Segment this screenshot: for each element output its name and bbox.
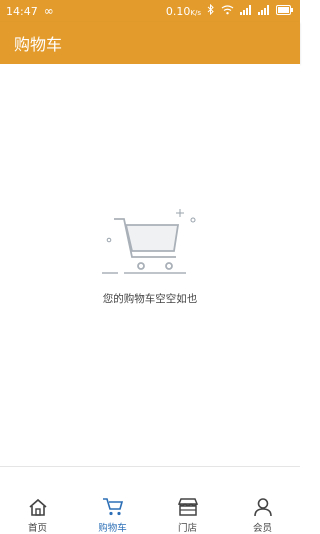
store-icon — [177, 498, 198, 516]
wifi-icon — [221, 4, 234, 18]
tab-home[interactable]: 首页 — [0, 467, 75, 534]
network-speed: 0.10K/s — [165, 4, 201, 18]
tab-cart-label: 购物车 — [98, 523, 127, 534]
page-title: 购物车 — [14, 35, 63, 54]
user-icon — [253, 498, 272, 517]
tab-member-label: 会员 — [252, 523, 272, 534]
tab-store-label: 门店 — [177, 523, 197, 534]
cart-icon — [102, 498, 123, 516]
signal-icon-2 — [258, 4, 270, 18]
signal-icon — [240, 4, 252, 18]
empty-cart-message: 您的购物车空空如也 — [102, 293, 198, 305]
bluetooth-icon — [207, 3, 215, 18]
empty-cart-illustration — [100, 205, 200, 285]
battery-icon — [276, 4, 294, 18]
tab-store[interactable]: 门店 — [150, 467, 225, 534]
status-left: 14:47 ∞ — [6, 4, 54, 18]
infinity-icon: ∞ — [43, 4, 54, 18]
tab-home-label: 首页 — [27, 523, 47, 534]
app-bar: 购物车 — [0, 22, 300, 64]
empty-cart-icon — [102, 209, 196, 274]
status-time: 14:47 — [6, 4, 38, 18]
tab-member[interactable]: 会员 — [225, 467, 300, 534]
status-bar: 14:47 ∞ 0.10K/s — [0, 0, 300, 22]
bottom-tab-bar: 首页 购物车 门店 会员 — [0, 466, 300, 534]
tab-cart[interactable]: 购物车 — [75, 467, 150, 534]
home-icon — [28, 498, 47, 516]
status-right: 0.10K/s — [165, 3, 294, 18]
